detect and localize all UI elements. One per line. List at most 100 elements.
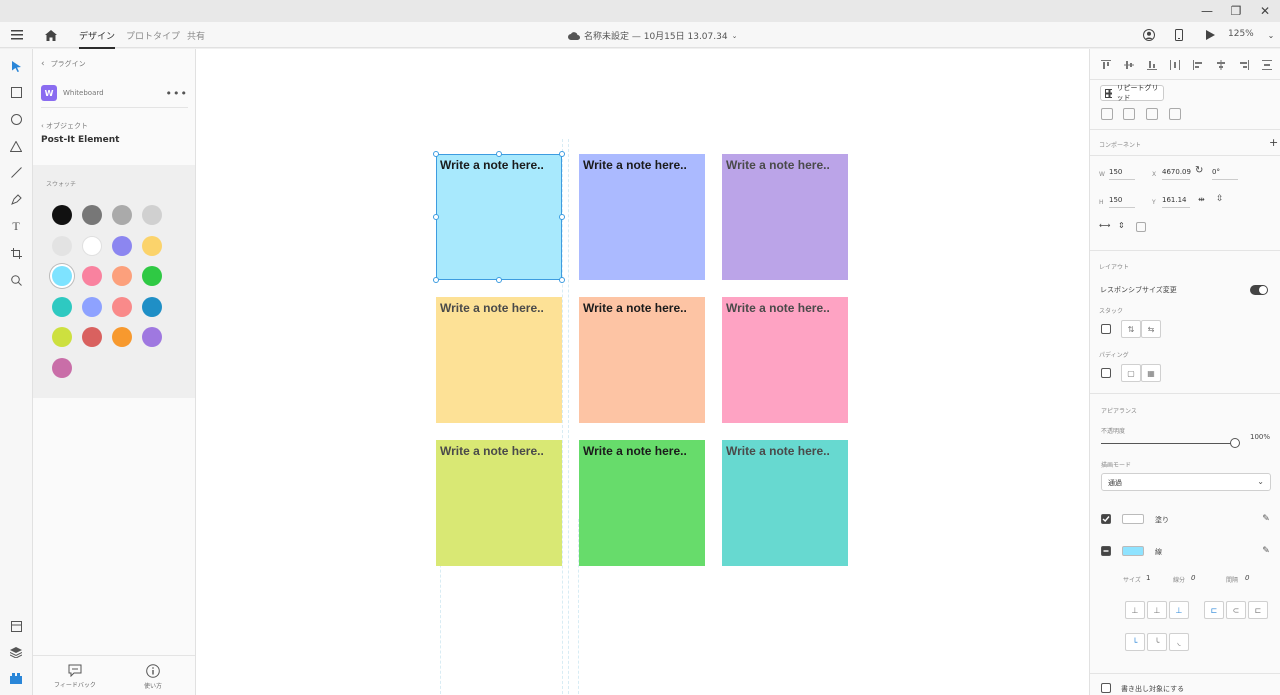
resize-handle[interactable] [496,277,502,283]
responsive-resize-toggle[interactable] [1250,285,1268,295]
post-it-note[interactable]: Write a note here.. [436,440,562,566]
align-middle-icon[interactable] [1123,59,1135,71]
user-account-icon[interactable] [1140,26,1158,44]
color-swatch[interactable] [142,266,162,287]
color-swatch[interactable] [112,327,132,348]
fill-color-swatch[interactable] [1122,514,1144,524]
fill-eyedropper-icon[interactable]: ✎ [1260,513,1272,525]
color-swatch[interactable] [52,266,72,287]
plugins-icon[interactable] [7,669,25,687]
padding-individual-button[interactable]: ▦ [1141,364,1161,382]
align-bottom-icon[interactable] [1146,59,1158,71]
boolean-add-icon[interactable] [1101,108,1113,120]
stack-checkbox[interactable] [1101,324,1111,334]
opacity-slider-handle[interactable] [1230,438,1240,448]
line-tool-icon[interactable] [7,163,25,181]
align-top-icon[interactable] [1100,59,1112,71]
play-preview-icon[interactable] [1201,26,1219,44]
fixed-width-icon[interactable]: ⟷ [1099,221,1110,230]
restore-button[interactable]: ❐ [1225,2,1247,20]
boolean-intersect-icon[interactable] [1146,108,1158,120]
document-title[interactable]: 名称未設定 — 10月15日 13.07.34 ⌄ [568,29,737,42]
padding-checkbox[interactable] [1101,368,1111,378]
color-swatch[interactable] [52,358,72,378]
ellipse-tool-icon[interactable] [7,110,25,128]
color-swatch[interactable] [52,327,72,348]
join-bevel-button[interactable]: ◟ [1169,633,1189,651]
boolean-exclude-icon[interactable] [1169,108,1181,120]
rectangle-tool-icon[interactable] [7,83,25,101]
note-text[interactable]: Write a note here.. [726,444,844,458]
more-options-icon[interactable]: ••• [166,87,188,100]
flip-horizontal-icon[interactable]: ⇹ [1198,195,1205,204]
padding-uniform-button[interactable]: ▢ [1121,364,1141,382]
repeat-grid-button[interactable]: リピートグリッド [1100,84,1164,102]
stack-horizontal-button[interactable]: ⇆ [1141,320,1161,338]
pen-tool-icon[interactable] [7,190,25,208]
color-swatch[interactable] [112,296,132,317]
howto-button[interactable]: 使い方 [123,664,183,690]
opacity-value[interactable]: 100% [1250,433,1270,441]
resize-handle[interactable] [433,214,439,220]
post-it-note[interactable]: Write a note here.. [722,297,848,423]
tab-share[interactable]: 共有 [187,29,205,42]
stroke-checkbox[interactable] [1101,546,1111,556]
add-component-icon[interactable]: + [1269,136,1278,149]
mobile-preview-icon[interactable] [1170,26,1188,44]
color-swatch[interactable] [142,296,162,317]
post-it-note[interactable]: Write a note here.. [436,154,562,280]
color-swatch[interactable] [82,296,102,317]
resize-handle[interactable] [433,277,439,283]
hamburger-menu-icon[interactable] [8,26,26,44]
y-field[interactable]: 161.14 [1162,196,1190,208]
layers-icon[interactable] [7,643,25,661]
fixed-height-icon[interactable]: ⇕ [1118,221,1125,230]
select-tool-icon[interactable] [7,57,25,75]
tab-design[interactable]: デザイン [79,29,116,49]
post-it-note[interactable]: Write a note here.. [579,154,705,280]
export-checkbox[interactable] [1101,683,1111,693]
dash-field[interactable]: 0 [1191,574,1195,582]
note-text[interactable]: Write a note here.. [440,301,558,315]
document-assets-icon[interactable] [7,617,25,635]
plugins-back-link[interactable]: ‹ プラグイン [41,59,86,69]
color-swatch[interactable] [142,205,162,225]
text-tool-icon[interactable]: T [7,217,25,235]
color-swatch[interactable] [52,296,72,317]
lock-aspect-icon[interactable] [1136,222,1146,232]
polygon-tool-icon[interactable] [7,137,25,155]
color-swatch[interactable] [82,266,102,287]
blend-mode-select[interactable]: 通過 ⌄ [1101,473,1271,491]
home-icon[interactable] [42,26,60,44]
post-it-note[interactable]: Write a note here.. [579,297,705,423]
note-text[interactable]: Write a note here.. [583,158,701,172]
fill-checkbox[interactable] [1101,514,1111,524]
minimize-button[interactable]: — [1196,2,1218,20]
color-swatch[interactable] [142,235,162,256]
x-field[interactable]: 4670.09 [1162,168,1191,180]
zoom-tool-icon[interactable] [7,271,25,289]
boolean-subtract-icon[interactable] [1123,108,1135,120]
cap-butt-button[interactable]: ⊏ [1204,601,1224,619]
note-text[interactable]: Write a note here.. [726,158,844,172]
gap-field[interactable]: 0 [1245,574,1249,582]
close-button[interactable]: ✕ [1254,2,1276,20]
resize-handle[interactable] [559,151,565,157]
canvas[interactable]: Write a note here.. Write a note here.. Wr… [196,49,1089,695]
tab-prototype[interactable]: プロトタイプ [126,29,180,42]
stroke-eyedropper-icon[interactable]: ✎ [1260,545,1272,557]
post-it-note[interactable]: Write a note here.. [579,440,705,566]
stroke-color-swatch[interactable] [1122,546,1144,556]
object-breadcrumb[interactable]: ‹ オブジェクト [41,121,88,131]
color-swatch[interactable] [52,205,72,225]
align-right-icon[interactable] [1238,59,1250,71]
zoom-level[interactable]: 125% [1228,29,1254,39]
stroke-center-button[interactable]: ⊥ [1147,601,1167,619]
note-text[interactable]: Write a note here.. [583,444,701,458]
stroke-outside-button[interactable]: ⊥ [1169,601,1189,619]
color-swatch[interactable] [112,205,132,225]
note-text[interactable]: Write a note here.. [440,158,558,172]
color-swatch[interactable] [142,327,162,348]
color-swatch[interactable] [82,327,102,348]
join-round-button[interactable]: ╰ [1147,633,1167,651]
